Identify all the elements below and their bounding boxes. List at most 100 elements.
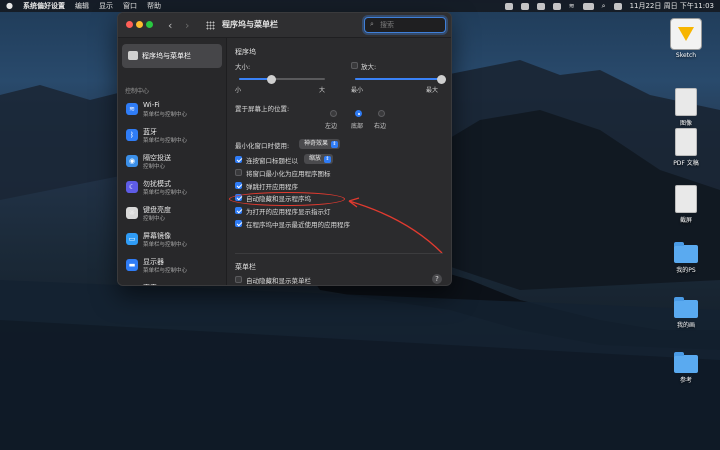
menu-view[interactable]: 显示	[99, 0, 113, 12]
sidebar-item-subtitle: 菜单栏与控制中心	[143, 138, 188, 144]
dock-option-checkbox-1[interactable]	[235, 182, 242, 189]
desktop-icon-5[interactable]: 我的画	[664, 297, 708, 329]
folder-icon	[674, 242, 698, 263]
desktop-icon-6[interactable]: 参考	[664, 352, 708, 384]
magnification-slider-knob[interactable]	[436, 74, 446, 84]
magnification-label: 放大:	[361, 63, 377, 71]
help-button[interactable]: ?	[432, 274, 442, 284]
sidebar-section-title: 控制中心	[125, 88, 150, 95]
zoom-button[interactable]	[146, 21, 153, 28]
desktop-icon-label: 我的PS	[676, 267, 696, 274]
sidebar-item-title: Wi-Fi	[143, 101, 160, 109]
battery-icon[interactable]	[582, 2, 594, 10]
dock-option-checkbox-3[interactable]	[235, 207, 242, 214]
window-title: 程序坞与菜单栏	[222, 20, 278, 29]
sidebar-item-5[interactable]: ▭ 屏幕镜像 菜单栏与控制中心	[124, 230, 224, 254]
position-right-radio[interactable]	[378, 110, 385, 117]
menubar-section-title: 菜单栏	[235, 263, 256, 271]
desktop-icon-label: 截屏	[679, 217, 692, 224]
status-icon-4[interactable]	[552, 2, 561, 10]
position-left-radio[interactable]	[330, 110, 337, 117]
sidebar-item-title: 声音	[143, 283, 157, 285]
menubar-autohide-label: 自动隐藏和显示菜单栏	[246, 277, 311, 285]
menu-window[interactable]: 窗口	[123, 0, 137, 12]
dock-option-label-0: 将窗口最小化为应用程序图标	[246, 170, 331, 178]
size-large-label: 大	[319, 87, 326, 94]
menu-help[interactable]: 帮助	[147, 0, 161, 12]
airdrop-icon: ◉	[126, 155, 138, 167]
dock-option-checkbox-4[interactable]	[235, 220, 242, 227]
annotation-arrow	[348, 197, 443, 254]
preferences-window: ‹ › 程序坞与菜单栏 ⌕ 程序坞与菜单栏 控制中心 ≋ Wi-Fi 菜单栏与控制中…	[117, 12, 452, 286]
sidebar: 程序坞与菜单栏 控制中心 ≋ Wi-Fi 菜单栏与控制中心 ᛒ 蓝牙 菜单栏与控制中心 ◉ 隔…	[118, 38, 227, 285]
menubar-clock[interactable]: 11月22日 周日 下午11:03	[630, 0, 714, 12]
sidebar-item-3[interactable]: ☾ 勿扰模式 菜单栏与控制中心	[124, 178, 224, 202]
search-field[interactable]: ⌕	[364, 17, 446, 33]
dblclick-titlebar-checkbox[interactable]	[235, 156, 242, 163]
control-center-icon[interactable]	[613, 2, 622, 10]
sidebar-item-2[interactable]: ◉ 隔空投送 控制中心	[124, 152, 224, 176]
back-chevron-icon[interactable]: ‹	[168, 19, 172, 32]
document-icon	[675, 128, 697, 156]
sidebar-item-subtitle: 菜单栏与控制中心	[143, 242, 188, 248]
position-bottom-radio[interactable]	[355, 110, 362, 117]
magnification-checkbox[interactable]	[351, 62, 358, 69]
status-icon-3[interactable]	[536, 2, 545, 10]
size-small-label: 小	[235, 87, 242, 94]
menu-app-name[interactable]: 系统偏好设置	[23, 0, 65, 12]
menubar-autohide-checkbox[interactable]	[235, 276, 242, 283]
desktop-icon-1[interactable]: 图像	[664, 88, 708, 127]
sidebar-item-subtitle: 菜单栏与控制中心	[143, 268, 188, 274]
display-icon: ▬	[126, 259, 138, 271]
desktop-icon-2[interactable]: PDF 文稿	[664, 128, 708, 167]
sidebar-item-dock-menubar[interactable]: 程序坞与菜单栏	[122, 44, 222, 68]
keyboard-brightness-icon: ☼	[126, 207, 138, 219]
sidebar-item-1[interactable]: ᛒ 蓝牙 菜单栏与控制中心	[124, 126, 224, 150]
dock-icon	[128, 51, 138, 60]
status-icon-2[interactable]	[520, 2, 529, 10]
dock-option-label-3: 为打开的应用程序显示指示灯	[246, 208, 331, 216]
dblclick-action-value: 缩放	[309, 155, 322, 162]
position-label: 置于屏幕上的位置:	[235, 105, 290, 113]
sidebar-item-0[interactable]: ≋ Wi-Fi 菜单栏与控制中心	[124, 100, 224, 124]
folder-icon	[674, 297, 698, 318]
status-icon-1[interactable]	[504, 2, 513, 10]
spotlight-icon[interactable]: ⌕	[602, 0, 606, 12]
screen-mirroring-icon: ▭	[126, 233, 138, 245]
apple-logo-icon[interactable]: ●	[6, 0, 13, 12]
dblclick-titlebar-label: 连按窗口标题栏以	[246, 157, 298, 165]
minimize-effect-label: 最小化窗口时使用:	[235, 142, 290, 150]
menu-edit[interactable]: 编辑	[75, 0, 89, 12]
dock-section-title: 程序坞	[235, 48, 256, 56]
document-icon	[675, 185, 697, 213]
sidebar-item-label: 程序坞与菜单栏	[142, 52, 191, 60]
magnification-slider[interactable]	[355, 74, 446, 84]
dblclick-action-select[interactable]: 缩放 ⇕	[304, 154, 334, 164]
sidebar-item-6[interactable]: ▬ 显示器 菜单栏与控制中心	[124, 256, 224, 280]
desktop-icon-3[interactable]: 截屏	[664, 185, 708, 224]
desktop-icon-0[interactable]: Sketch	[664, 18, 708, 59]
desktop-icon-4[interactable]: 我的PS	[664, 242, 708, 274]
magnification-slider-fill	[355, 78, 441, 80]
minimize-effect-select[interactable]: 神奇效果 ⇕	[299, 139, 341, 149]
magnification-max-label: 最大	[426, 87, 439, 94]
folder-icon	[674, 352, 698, 373]
sidebar-item-7[interactable]: ◀声音菜单栏与控制中心	[124, 282, 224, 285]
sidebar-item-4[interactable]: ☼ 键盘亮度 控制中心	[124, 204, 224, 228]
dock-option-checkbox-0[interactable]	[235, 169, 242, 176]
minimize-effect-value: 神奇效果	[304, 140, 329, 147]
desktop-icon-label: 参考	[679, 377, 692, 384]
minimize-button[interactable]	[136, 21, 143, 28]
size-slider[interactable]	[239, 74, 325, 84]
wifi-status-icon[interactable]: ≋	[569, 0, 575, 12]
size-slider-knob[interactable]	[267, 74, 277, 84]
sidebar-item-subtitle: 菜单栏与控制中心	[143, 190, 188, 196]
dock-settings-panel: 程序坞 大小: 小 大 放大: 最小 最大 置于屏幕上的位置: 左边 底部 右边…	[227, 38, 451, 285]
show-all-grid-icon[interactable]	[206, 21, 215, 30]
sidebar-item-subtitle: 菜单栏与控制中心	[143, 112, 188, 118]
moon-icon: ☾	[126, 181, 138, 193]
magnification-min-label: 最小	[351, 87, 364, 94]
forward-chevron-icon[interactable]: ›	[185, 19, 189, 32]
search-input[interactable]	[380, 19, 440, 30]
close-button[interactable]	[126, 21, 133, 28]
